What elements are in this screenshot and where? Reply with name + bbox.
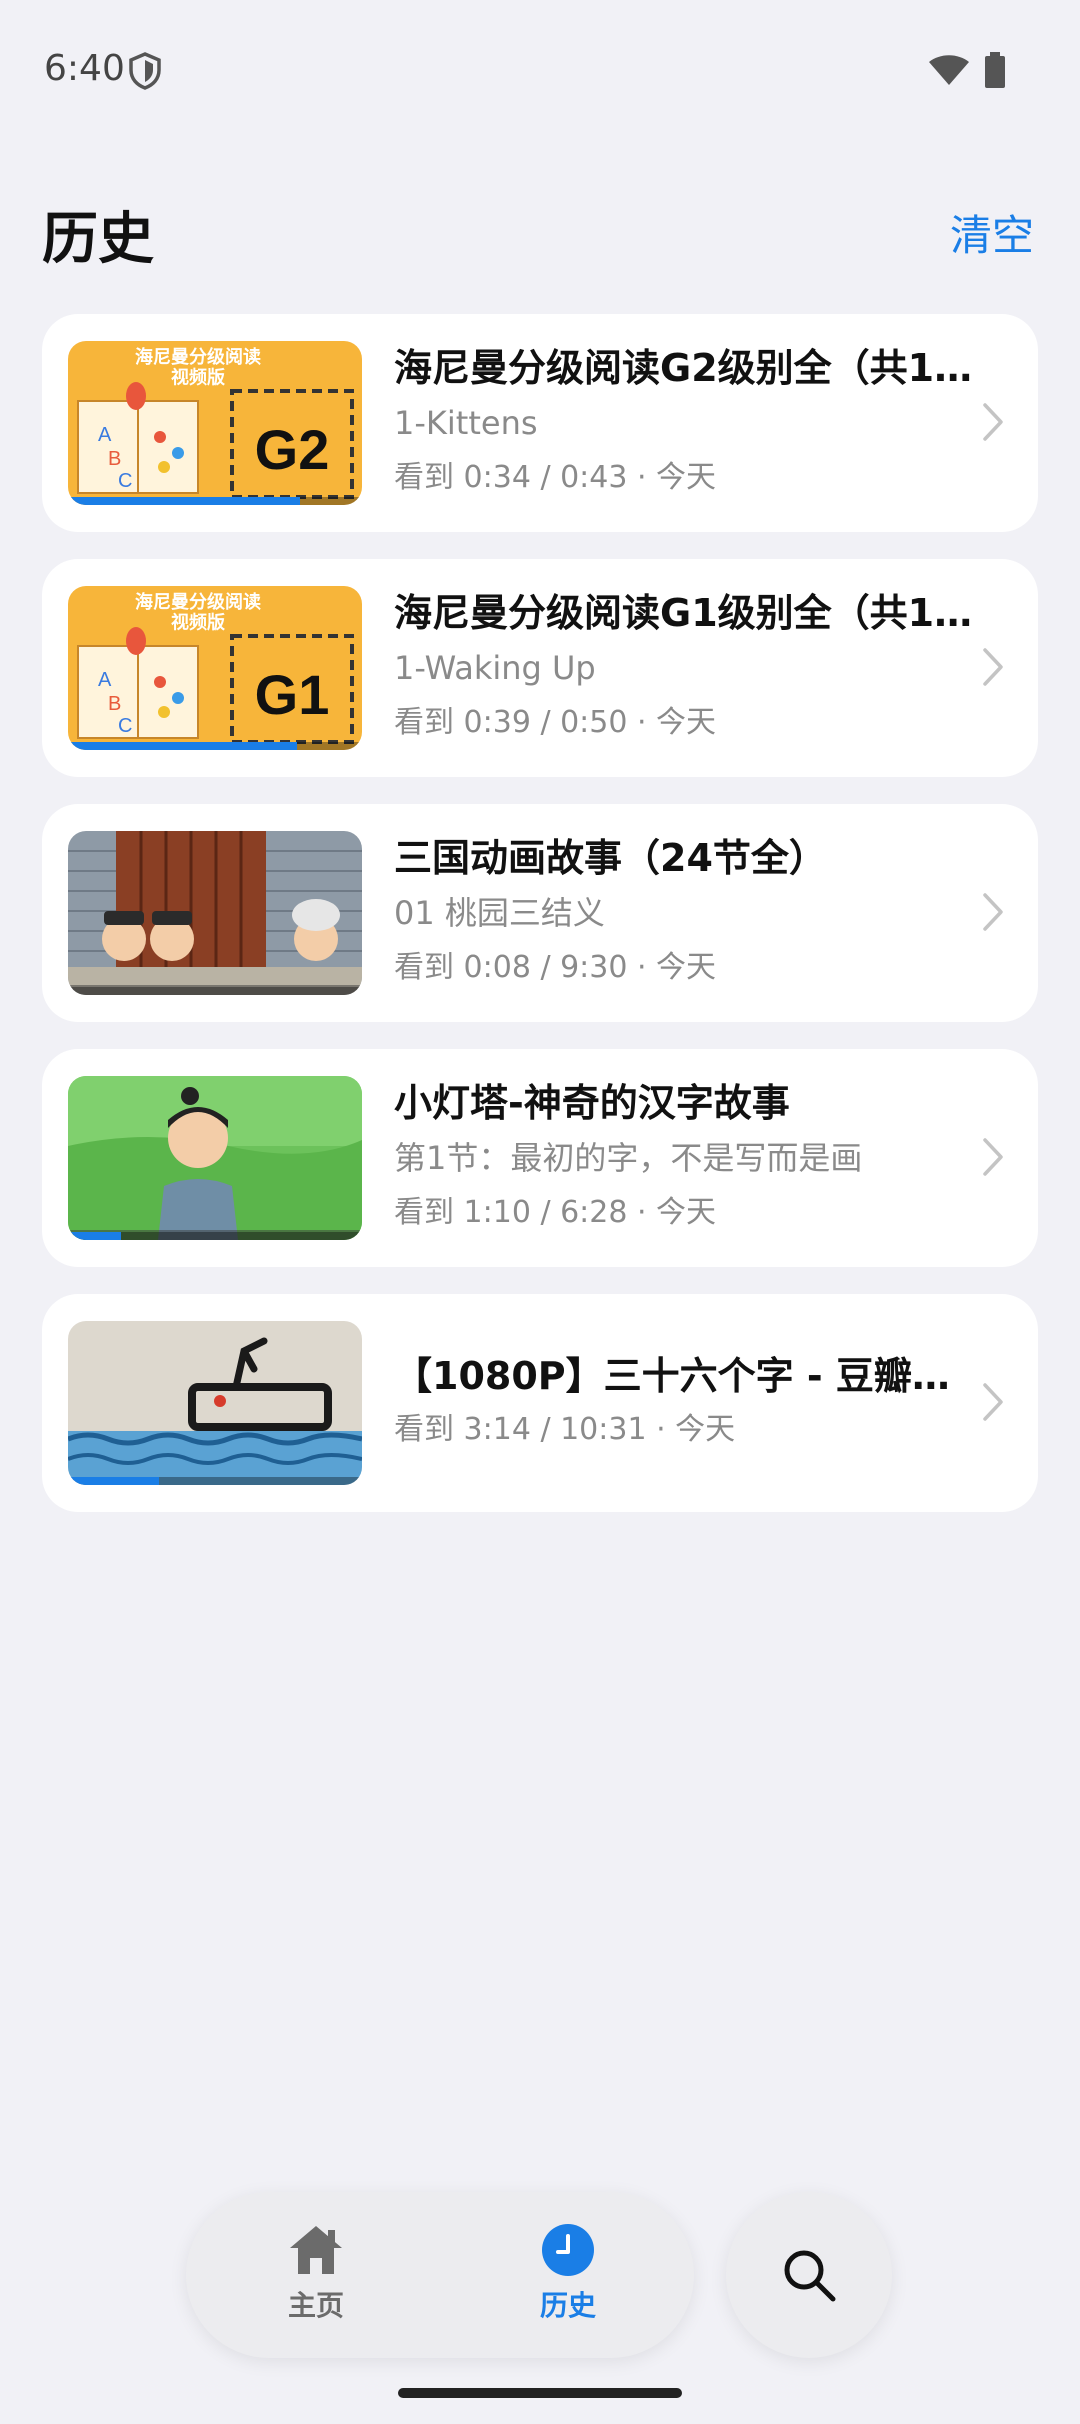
- chevron-right-icon: [983, 403, 1003, 441]
- episode-title: 01 桃园三结义: [394, 894, 605, 932]
- watch-progress-bar: [68, 742, 362, 750]
- history-item[interactable]: A B C G2 海尼曼分级阅读视频版 海尼曼分级阅读G2级别全（共1… 1-K…: [42, 314, 1038, 532]
- watch-progress-bar: [68, 1232, 362, 1240]
- video-title: 海尼曼分级阅读G2级别全（共1…: [394, 346, 973, 390]
- nav-label-history: 历史: [539, 2289, 596, 2322]
- thumb-letter-b: B: [108, 693, 121, 715]
- status-time: 6:40: [44, 48, 125, 89]
- watch-progress-text: 看到 3:14 / 10:31 · 今天: [394, 1412, 736, 1447]
- chevron-right-icon: [983, 893, 1003, 931]
- nav-item-home[interactable]: 主页: [236, 2220, 396, 2330]
- episode-title: 1-Kittens: [394, 404, 538, 442]
- page-title: 历史: [42, 207, 154, 272]
- video-thumbnail: A B C G1 海尼曼分级阅读视频版: [68, 586, 362, 750]
- shield-icon: [129, 52, 161, 90]
- thumb-letter-b: B: [108, 448, 121, 470]
- watch-progress-text: 看到 1:10 / 6:28 · 今天: [394, 1195, 717, 1230]
- clear-history-button[interactable]: 清空: [950, 202, 1034, 263]
- video-thumbnail: [68, 831, 362, 995]
- watch-progress-text: 看到 0:08 / 9:30 · 今天: [394, 950, 717, 985]
- thumb-letter-c: C: [118, 470, 132, 492]
- history-list: A B C G2 海尼曼分级阅读视频版 海尼曼分级阅读G2级别全（共1… 1-K…: [42, 314, 1038, 1539]
- episode-title: 第1节：最初的字，不是写而是画: [394, 1139, 863, 1177]
- thumb-letter-a: A: [98, 669, 112, 691]
- video-title: 小灯塔-神奇的汉字故事: [394, 1081, 790, 1125]
- book-thumbnail-image: A B C G1 海尼曼分级阅读视频版: [68, 586, 362, 750]
- battery-icon: [985, 52, 1005, 88]
- history-item[interactable]: 三国动画故事（24节全） 01 桃园三结义 看到 0:08 / 9:30 · 今…: [42, 804, 1038, 1022]
- watch-progress-bar: [68, 1477, 362, 1485]
- watch-progress-fill: [68, 1232, 121, 1240]
- history-item[interactable]: A B C G1 海尼曼分级阅读视频版 海尼曼分级阅读G1级别全（共1… 1-W…: [42, 559, 1038, 777]
- history-item[interactable]: 小灯塔-神奇的汉字故事 第1节：最初的字，不是写而是画 看到 1:10 / 6:…: [42, 1049, 1038, 1267]
- cartoon-thumbnail-image: [68, 1076, 362, 1240]
- thumb-badge: G1: [255, 663, 330, 726]
- wifi-icon: [929, 55, 969, 85]
- video-title: 海尼曼分级阅读G1级别全（共1…: [394, 591, 973, 635]
- video-title: 【1080P】三十六个字 - 豆瓣8.8…: [394, 1354, 974, 1398]
- bottom-nav: 主页 历史: [186, 2192, 694, 2358]
- watch-progress-bar: [68, 987, 362, 995]
- status-bar: 6:40: [0, 0, 1080, 140]
- watch-progress-fill: [68, 497, 301, 505]
- chevron-right-icon: [983, 1138, 1003, 1176]
- nav-item-history[interactable]: 历史: [488, 2220, 648, 2330]
- watch-progress-bar: [68, 497, 362, 505]
- clock-icon: [542, 2224, 594, 2276]
- thumb-letter-a: A: [98, 424, 112, 446]
- nav-label-home: 主页: [287, 2289, 344, 2322]
- watch-progress-fill: [68, 987, 71, 995]
- video-thumbnail: [68, 1321, 362, 1485]
- watch-progress-fill: [68, 1477, 160, 1485]
- search-icon: [784, 2250, 836, 2302]
- video-thumbnail: [68, 1076, 362, 1240]
- video-title: 三国动画故事（24节全）: [394, 836, 827, 880]
- watch-progress-fill: [68, 742, 298, 750]
- cartoon-thumbnail-image: [68, 831, 362, 995]
- ink-painting-thumbnail-image: [68, 1321, 362, 1485]
- watch-progress-text: 看到 0:34 / 0:43 · 今天: [394, 460, 717, 495]
- home-icon: [290, 2226, 342, 2274]
- home-indicator: [398, 2388, 682, 2398]
- chevron-right-icon: [983, 1383, 1003, 1421]
- search-button[interactable]: [726, 2192, 892, 2358]
- chevron-right-icon: [983, 648, 1003, 686]
- thumb-letter-c: C: [118, 715, 132, 737]
- book-thumbnail-image: A B C G2 海尼曼分级阅读视频版: [68, 341, 362, 505]
- history-item[interactable]: 【1080P】三十六个字 - 豆瓣8.8… 看到 3:14 / 10:31 · …: [42, 1294, 1038, 1512]
- episode-title: 1-Waking Up: [394, 649, 596, 687]
- video-thumbnail: A B C G2 海尼曼分级阅读视频版: [68, 341, 362, 505]
- thumb-badge: G2: [255, 418, 330, 481]
- watch-progress-text: 看到 0:39 / 0:50 · 今天: [394, 705, 717, 740]
